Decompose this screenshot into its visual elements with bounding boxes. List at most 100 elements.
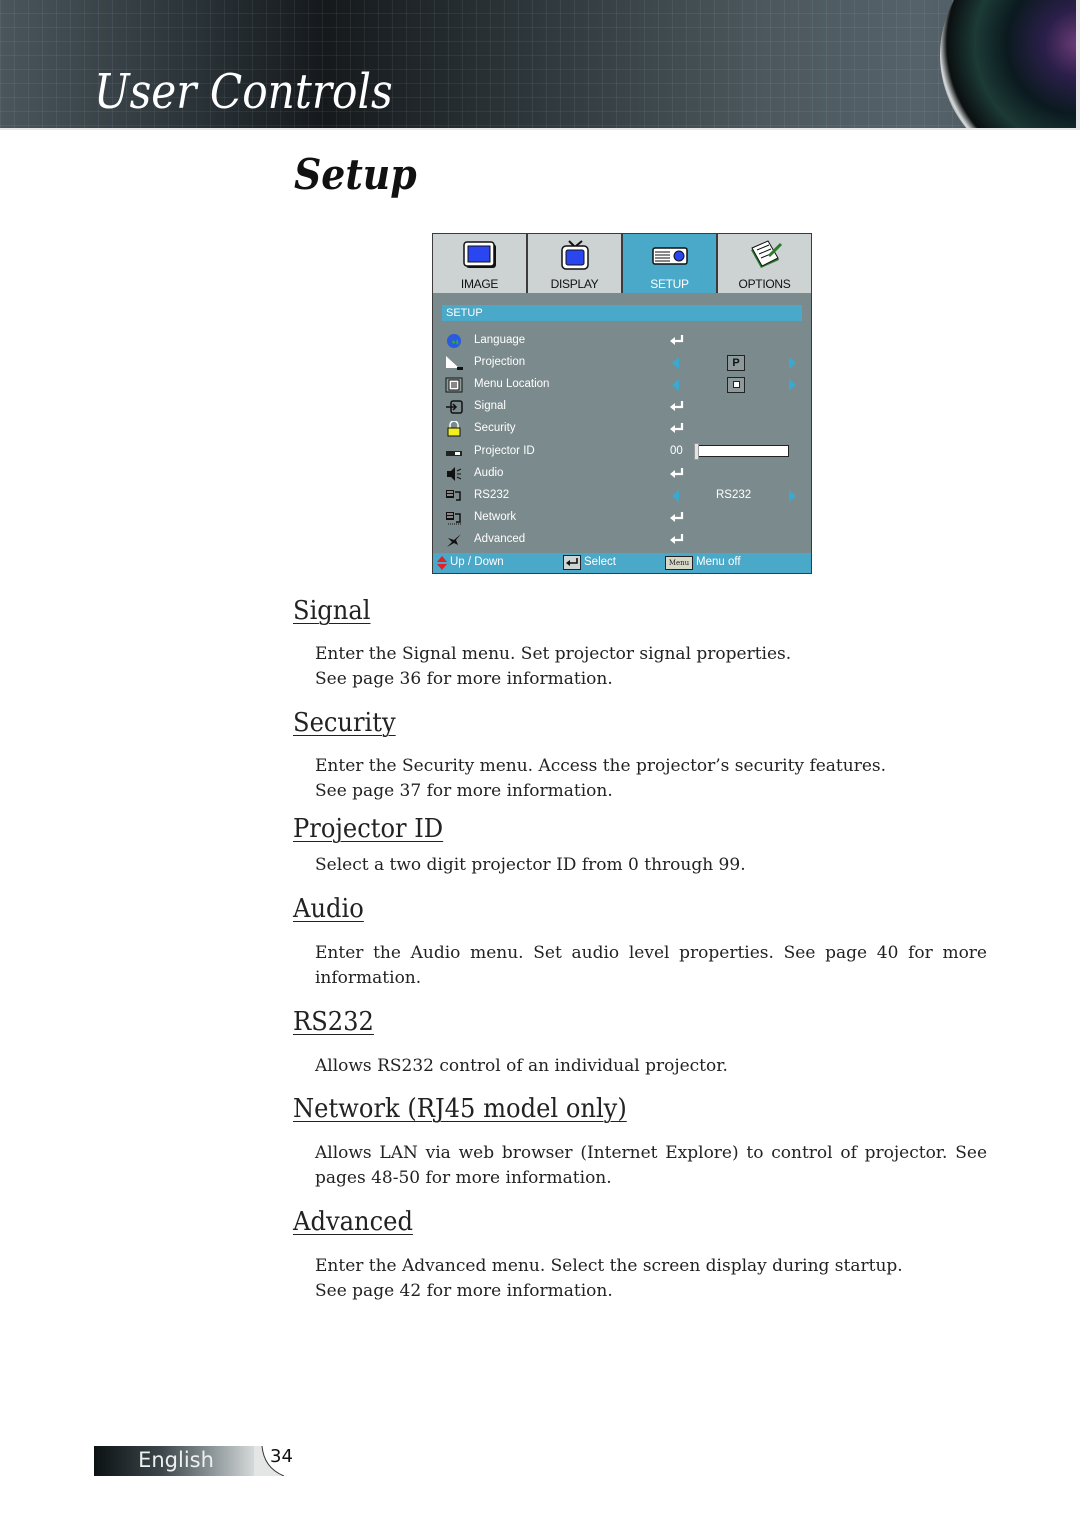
projection-value: P: [727, 355, 745, 371]
lock-icon: [447, 421, 461, 437]
enter-icon: [670, 335, 684, 345]
menu-item-label: Signal: [474, 400, 506, 412]
menu-item-network[interactable]: Network: [433, 507, 811, 529]
body-line: See page 37 for more information.: [315, 781, 613, 801]
osd-section-title: SETUP: [442, 305, 802, 321]
arrow-right-icon[interactable]: [789, 357, 796, 369]
projection-icon: [446, 356, 463, 370]
signal-input-icon: [446, 400, 463, 414]
projector-icon: [651, 247, 688, 265]
section-heading-projector-id: Projector ID: [293, 814, 444, 844]
banner-edge: [1076, 0, 1080, 130]
body-line: See page 36 for more information.: [315, 669, 613, 689]
menu-item-security[interactable]: Security: [433, 418, 811, 440]
body-line: Enter the Signal menu. Set projector sig…: [315, 644, 792, 664]
tab-display[interactable]: DISPLAY: [528, 234, 621, 293]
section-heading-audio: Audio: [293, 894, 364, 924]
tab-options[interactable]: OPTIONS: [718, 234, 811, 293]
menu-location-value: [727, 377, 745, 393]
rs232-value: RS232: [716, 489, 752, 501]
menu-item-rs232[interactable]: RS232 RS232: [433, 485, 811, 507]
menu-item-projection[interactable]: Projection P: [433, 352, 811, 374]
monitor-icon: [462, 241, 496, 268]
tv-icon: [560, 240, 589, 270]
menu-item-menu-location[interactable]: Menu Location: [433, 374, 811, 396]
osd-setup-menu: IMAGE DISPLAY SETUP OPTIONS SETUP Langua…: [432, 233, 812, 574]
section-heading-advanced: Advanced: [293, 1207, 413, 1237]
section-body-rs232: Allows RS232 control of an individual pr…: [315, 1054, 987, 1079]
tab-label: DISPLAY: [550, 277, 599, 291]
arrow-left-icon[interactable]: [672, 357, 679, 369]
osd-tab-bar: IMAGE DISPLAY SETUP OPTIONS: [433, 234, 811, 293]
section-body-advanced: Enter the Advanced menu. Select the scre…: [315, 1254, 987, 1304]
help-menu-off: Menu off: [696, 556, 741, 568]
menu-item-label: RS232: [474, 489, 510, 501]
rs232-icon: [446, 490, 461, 501]
tab-label: SETUP: [650, 277, 689, 291]
section-body-signal: Enter the Signal menu. Set projector sig…: [315, 642, 987, 692]
menu-item-label: Projector ID: [474, 445, 535, 457]
enter-icon: [670, 512, 684, 522]
slider-thumb[interactable]: [694, 443, 699, 460]
projector-lens-image: [940, 0, 1080, 130]
menu-item-label: Audio: [474, 467, 504, 479]
enter-icon: [670, 534, 684, 544]
tab-setup[interactable]: SETUP: [623, 234, 716, 293]
projector-id-slider[interactable]: [694, 443, 789, 460]
help-select: Select: [584, 556, 616, 568]
banner-divider: [0, 128, 1080, 130]
menu-item-projector-id[interactable]: Projector ID 00: [433, 441, 811, 463]
section-heading-security: Security: [293, 708, 396, 738]
advanced-icon: [447, 534, 461, 547]
page-number: 34: [270, 1446, 293, 1467]
menu-item-advanced[interactable]: Advanced: [433, 529, 811, 551]
section-body-audio: Enter the Audio menu. Set audio level pr…: [315, 943, 987, 988]
help-updown: Up / Down: [450, 556, 504, 568]
osd-help-bar: Up / Down Select Menu Menu off: [433, 553, 811, 573]
menu-item-language[interactable]: Language: [433, 330, 811, 352]
body-line: Enter the Security menu. Access the proj…: [315, 756, 887, 776]
menu-item-audio[interactable]: Audio: [433, 463, 811, 485]
section-heading-signal: Signal: [293, 596, 371, 626]
section-body-security: Enter the Security menu. Access the proj…: [315, 754, 987, 804]
tab-label: IMAGE: [460, 277, 499, 291]
arrow-left-icon[interactable]: [672, 379, 679, 391]
center-position-icon: [732, 380, 740, 388]
section-body-projector-id: Select a two digit projector ID from 0 t…: [315, 853, 987, 878]
menu-item-signal[interactable]: Signal: [433, 396, 811, 418]
arrow-right-icon[interactable]: [789, 490, 796, 502]
body-line: See page 42 for more information.: [315, 1281, 613, 1301]
language-label: English: [138, 1448, 214, 1472]
page-title: Setup: [294, 150, 417, 199]
menu-item-label: Projection: [474, 356, 526, 368]
menu-item-label: Language: [474, 334, 526, 346]
projector-id-icon: [446, 451, 462, 456]
arrow-left-icon[interactable]: [672, 490, 679, 502]
menu-location-icon: [445, 377, 463, 393]
enter-icon: [670, 401, 684, 411]
menu-item-label: Menu Location: [474, 378, 550, 390]
section-heading-network: Network (RJ45 model only): [293, 1094, 627, 1124]
menu-item-label: Security: [474, 422, 516, 434]
body-line: Enter the Advanced menu. Select the scre…: [315, 1256, 903, 1276]
menu-item-label: Network: [474, 511, 517, 523]
body-line: Select a two digit projector ID from 0 t…: [315, 855, 746, 875]
speaker-icon: [447, 467, 462, 481]
projector-id-value: 00: [670, 445, 683, 457]
section-heading-rs232: RS232: [293, 1007, 374, 1037]
tab-image[interactable]: IMAGE: [433, 234, 526, 293]
enter-icon: [670, 423, 684, 433]
notepad-pencil-icon: [750, 240, 782, 268]
arrow-right-icon[interactable]: [789, 379, 796, 391]
tab-label: OPTIONS: [738, 277, 791, 291]
section-title: User Controls: [94, 64, 393, 120]
network-icon: [446, 512, 461, 525]
up-down-arrow-icon: [437, 556, 447, 570]
menu-key-icon: Menu: [665, 556, 693, 570]
globe-icon: [447, 334, 461, 348]
header-banner: User Controls: [0, 0, 1080, 130]
enter-icon: [670, 468, 684, 478]
enter-key-icon: [563, 555, 581, 570]
language-tab: English: [94, 1446, 262, 1476]
menu-item-label: Advanced: [474, 533, 526, 545]
